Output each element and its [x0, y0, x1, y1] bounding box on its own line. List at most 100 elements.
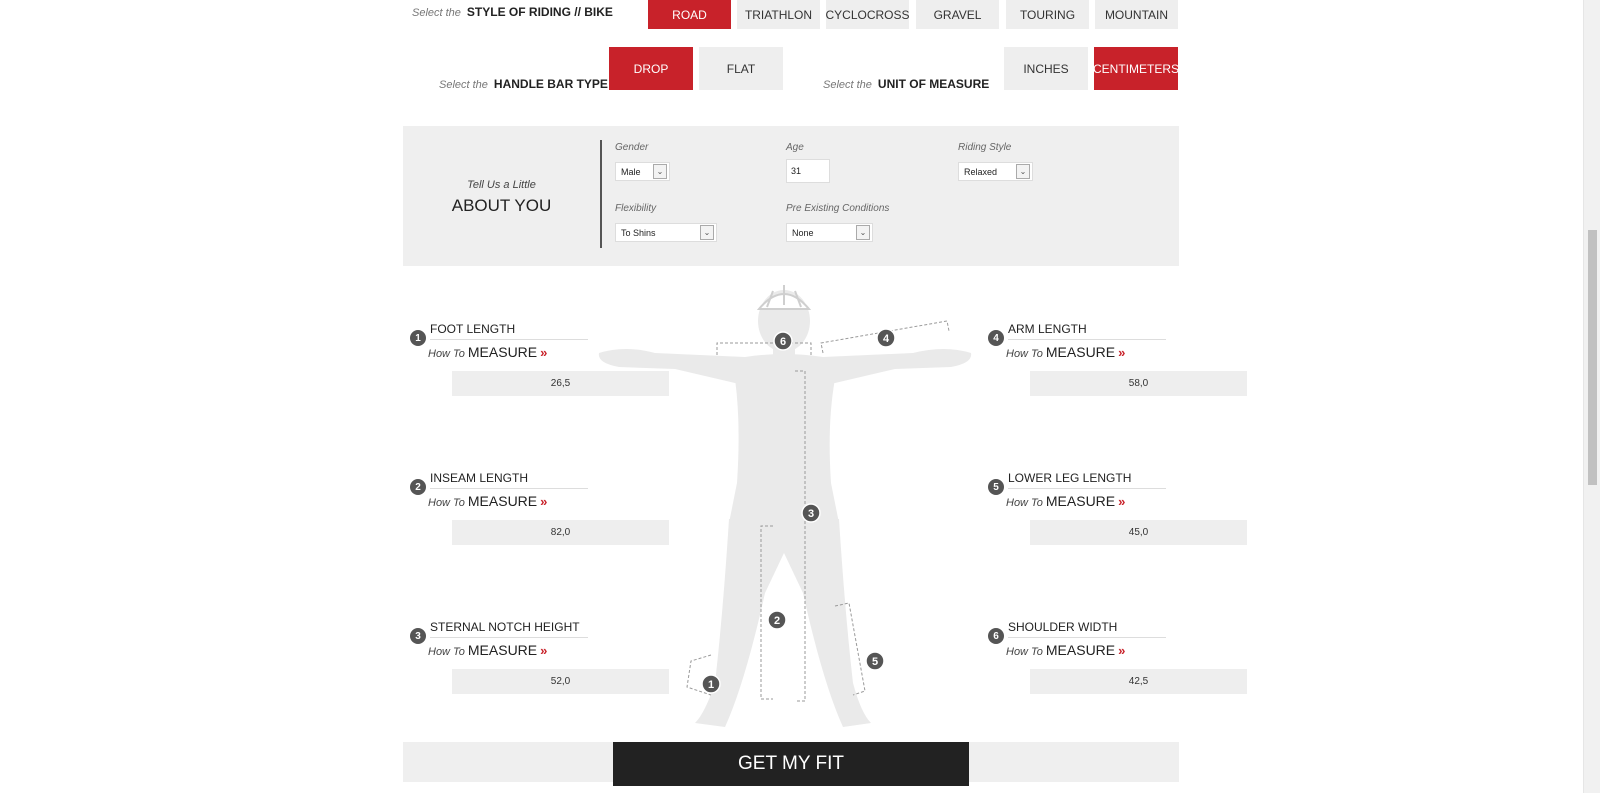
svg-text:6: 6 — [780, 336, 786, 348]
how-to-prefix: How To — [428, 348, 465, 360]
measure-title: FOOT LENGTH — [430, 322, 516, 336]
unit-title: UNIT OF MEASURE — [877, 77, 990, 91]
shoulder-width-input[interactable]: 42,5 — [1030, 669, 1247, 694]
how-to-prefix: How To — [428, 646, 465, 658]
divider — [1008, 637, 1166, 638]
body-figure-illustration: 6 4 3 2 5 1 — [598, 285, 972, 727]
style-option-road[interactable]: ROAD — [648, 0, 731, 29]
about-title: ABOUT YOU — [451, 196, 552, 215]
how-to-measure-link[interactable]: How To MEASURE» — [1006, 493, 1125, 509]
flexibility-value: To Shins — [621, 227, 656, 238]
measure-title: INSEAM LENGTH — [430, 471, 529, 485]
unit-label: Select the UNIT OF MEASURE — [823, 77, 989, 91]
style-option-mountain[interactable]: MOUNTAIN — [1095, 0, 1178, 29]
how-to-word: MEASURE — [467, 344, 538, 360]
pre-existing-value: None — [792, 227, 814, 238]
measure-shoulder-width: 6 SHOULDER WIDTH How To MEASURE» 42,5 — [988, 620, 1248, 700]
how-to-measure-link[interactable]: How To MEASURE» — [1006, 344, 1125, 360]
handlebar-option-drop[interactable]: DROP — [609, 47, 693, 90]
flexibility-label: Flexibility — [615, 203, 657, 214]
measure-arm-length: 4 ARM LENGTH How To MEASURE» 58,0 — [988, 322, 1248, 402]
how-to-measure-link[interactable]: How To MEASURE» — [428, 493, 547, 509]
divider — [1008, 339, 1166, 340]
about-divider — [600, 140, 602, 248]
how-to-measure-link[interactable]: How To MEASURE» — [1006, 642, 1125, 658]
how-to-word: MEASURE — [1045, 344, 1116, 360]
measure-title: SHOULDER WIDTH — [1008, 620, 1118, 634]
pre-existing-select[interactable]: None ⌄ — [786, 223, 873, 242]
measure-title: LOWER LEG LENGTH — [1008, 471, 1132, 485]
gender-select[interactable]: Male ⌄ — [615, 162, 670, 181]
style-option-gravel[interactable]: GRAVEL — [916, 0, 999, 29]
chevron-down-icon: ⌄ — [653, 164, 667, 179]
style-title: STYLE OF RIDING // BIKE — [466, 5, 613, 19]
chevron-down-icon: ⌄ — [1016, 164, 1030, 179]
how-to-word: MEASURE — [467, 493, 538, 509]
style-option-touring[interactable]: TOURING — [1006, 0, 1089, 29]
figure-marker-5: 5 — [865, 651, 885, 671]
svg-text:5: 5 — [872, 656, 878, 668]
handlebar-prefix: Select the — [439, 79, 488, 91]
age-value: 31 — [791, 166, 802, 176]
chevron-down-icon: ⌄ — [700, 225, 714, 240]
helmet-icon — [756, 285, 812, 310]
svg-text:2: 2 — [774, 615, 780, 627]
style-option-cyclocross[interactable]: CYCLOCROSS — [825, 0, 910, 29]
handlebar-title: HANDLE BAR TYPE — [493, 77, 608, 91]
step-number-badge: 6 — [988, 628, 1004, 644]
riding-style-label: Riding Style — [958, 142, 1012, 153]
gender-label: Gender — [615, 142, 649, 153]
age-input[interactable]: 31 — [786, 159, 830, 183]
how-to-prefix: How To — [1006, 348, 1043, 360]
riding-style-value: Relaxed — [964, 166, 998, 177]
how-to-prefix: How To — [1006, 497, 1043, 509]
svg-text:1: 1 — [708, 679, 714, 691]
unit-option-centimeters[interactable]: CENTIMETERS — [1093, 47, 1179, 90]
page-scrollbar[interactable] — [1583, 0, 1600, 793]
arm-length-input[interactable]: 58,0 — [1030, 371, 1247, 396]
style-prefix: Select the — [412, 7, 461, 19]
how-to-word: MEASURE — [1045, 493, 1116, 509]
unit-prefix: Select the — [823, 79, 872, 91]
about-you-heading: Tell Us a Little ABOUT YOU — [403, 126, 600, 266]
step-number-badge: 5 — [988, 479, 1004, 495]
double-chevron-icon: » — [1118, 345, 1126, 360]
double-chevron-icon: » — [1118, 494, 1126, 509]
style-option-triathlon[interactable]: TRIATHLON — [737, 0, 820, 29]
figure-marker-4: 4 — [876, 328, 896, 348]
divider — [1008, 488, 1166, 489]
how-to-measure-link[interactable]: How To MEASURE» — [428, 642, 547, 658]
how-to-prefix: How To — [1006, 646, 1043, 658]
figure-marker-2: 2 — [767, 610, 787, 630]
svg-text:3: 3 — [808, 508, 814, 520]
riding-style-select[interactable]: Relaxed ⌄ — [958, 162, 1033, 181]
pre-existing-label: Pre Existing Conditions — [786, 203, 890, 214]
bike-fit-page: Select the STYLE OF RIDING // BIKE ROAD T… — [0, 0, 1600, 793]
double-chevron-icon: » — [540, 494, 548, 509]
step-number-badge: 4 — [988, 330, 1004, 346]
handlebar-option-flat[interactable]: FLAT — [699, 47, 783, 90]
flexibility-select[interactable]: To Shins ⌄ — [615, 223, 717, 242]
how-to-measure-link[interactable]: How To MEASURE» — [428, 344, 547, 360]
lower-leg-length-input[interactable]: 45,0 — [1030, 520, 1247, 545]
unit-option-inches[interactable]: INCHES — [1004, 47, 1088, 90]
divider — [430, 637, 588, 638]
svg-text:4: 4 — [883, 333, 890, 345]
handlebar-label: Select the HANDLE BAR TYPE — [439, 77, 608, 91]
about-subtitle: Tell Us a Little — [467, 179, 536, 191]
figure-arms — [598, 349, 972, 383]
style-label: Select the STYLE OF RIDING // BIKE — [412, 5, 613, 19]
divider — [430, 339, 588, 340]
how-to-word: MEASURE — [467, 642, 538, 658]
figure-marker-1: 1 — [701, 674, 721, 694]
step-number-badge: 3 — [410, 628, 426, 644]
get-my-fit-button[interactable]: GET MY FIT — [613, 742, 969, 786]
scrollbar-thumb[interactable] — [1588, 230, 1597, 485]
step-number-badge: 2 — [410, 479, 426, 495]
figure-torso — [729, 379, 839, 523]
measure-title: ARM LENGTH — [1008, 322, 1087, 336]
how-to-word: MEASURE — [1045, 642, 1116, 658]
figure-marker-6: 6 — [773, 331, 793, 351]
figure-marker-3: 3 — [801, 503, 821, 523]
age-label: Age — [786, 142, 804, 153]
